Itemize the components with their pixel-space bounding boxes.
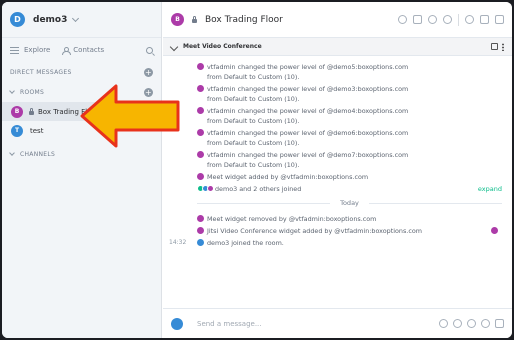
members-icon[interactable]	[465, 15, 474, 24]
user-avatar[interactable]	[197, 173, 204, 180]
widget-title: Meet Video Conference	[183, 43, 262, 50]
avatar-stack	[197, 185, 214, 192]
more-options-icon[interactable]	[502, 42, 504, 51]
user-avatar[interactable]	[197, 239, 204, 246]
user-avatar[interactable]	[171, 317, 183, 330]
user-avatar[interactable]	[197, 129, 204, 136]
room-avatar[interactable]: B	[171, 13, 184, 26]
sticker-icon[interactable]	[467, 319, 476, 328]
room-name: Box Trading Floor	[38, 107, 99, 116]
timeline-event: Meet widget removed by @vtfadmin:boxopti…	[197, 214, 512, 224]
explore-row: Explore Contacts	[2, 38, 161, 62]
user-avatar[interactable]	[197, 151, 204, 158]
composer-tools	[439, 319, 504, 328]
emoji-icon[interactable]	[453, 319, 462, 328]
lock-icon	[29, 107, 34, 115]
lock-icon	[192, 15, 197, 23]
section-direct-messages[interactable]: DIRECT MESSAGES +	[2, 62, 161, 82]
contacts-button[interactable]: Contacts	[62, 46, 105, 55]
section-label: CHANNELS	[20, 150, 56, 158]
expand-link[interactable]: expand	[478, 184, 502, 194]
room-header: B Box Trading Floor	[163, 2, 512, 38]
video-call-icon[interactable]	[495, 319, 504, 328]
widget-bar: Meet Video Conference	[163, 38, 512, 56]
pin-icon	[169, 42, 179, 51]
chevron-down-icon	[9, 88, 15, 94]
date-label: Today	[340, 199, 359, 207]
notifications-icon[interactable]	[495, 15, 504, 24]
timeline-event: 14:32 demo3 joined the room.	[169, 239, 284, 247]
timeline-event: Jitsi Video Conference widget added by @…	[197, 226, 512, 236]
room-list-sidebar: D demo3 Explore Contacts DIRECT MESSAGES…	[2, 2, 162, 338]
room-avatar: B	[11, 105, 23, 118]
header-tools	[398, 13, 504, 26]
files-icon[interactable]	[480, 15, 489, 24]
read-receipt-avatar[interactable]	[491, 227, 498, 234]
widget-tools	[491, 42, 504, 51]
app-window: D demo3 Explore Contacts DIRECT MESSAGES…	[2, 2, 512, 338]
apps-icon[interactable]	[413, 15, 422, 24]
room-title[interactable]: Box Trading Floor	[205, 15, 283, 25]
add-dm-button[interactable]: +	[144, 67, 153, 77]
room-name: test	[30, 126, 44, 135]
add-room-button[interactable]: +	[144, 87, 153, 97]
timeline-event: vtfadmin changed the power level of @dem…	[197, 150, 512, 170]
search-icon[interactable]	[443, 15, 452, 24]
message-input[interactable]	[197, 319, 397, 328]
space-avatar: D	[10, 12, 25, 27]
section-label: ROOMS	[20, 88, 45, 96]
timestamp: 14:32	[169, 239, 187, 246]
timeline-event: vtfadmin changed the power level of @dem…	[197, 106, 512, 126]
user-avatar[interactable]	[197, 63, 204, 70]
share-icon[interactable]	[398, 15, 407, 24]
membership-summary: demo3 and 2 others joined expand	[197, 184, 512, 194]
timeline-event: Meet widget added by @vtfadmin:boxoption…	[197, 172, 512, 182]
room-item-box-trading-floor[interactable]: B Box Trading Floor	[2, 102, 161, 121]
settings-icon[interactable]	[428, 15, 437, 24]
timeline[interactable]: vtfadmin changed the power level of @dem…	[163, 56, 512, 308]
user-avatar[interactable]	[197, 215, 204, 222]
attachment-icon[interactable]	[439, 319, 448, 328]
timeline-event: vtfadmin changed the power level of @dem…	[197, 128, 512, 148]
user-avatar[interactable]	[197, 107, 204, 114]
contacts-label: Contacts	[73, 46, 105, 54]
space-header[interactable]: D demo3	[2, 2, 161, 38]
explore-button[interactable]: Explore	[24, 46, 50, 54]
chevron-down-icon	[9, 150, 15, 156]
person-icon	[62, 46, 72, 55]
space-name: demo3	[33, 14, 68, 25]
room-view: B Box Trading Floor Meet Video Conferenc…	[163, 2, 512, 338]
section-rooms[interactable]: ROOMS +	[2, 82, 161, 102]
user-avatar[interactable]	[197, 227, 204, 234]
section-label: DIRECT MESSAGES	[10, 68, 72, 76]
message-composer	[163, 308, 512, 338]
date-divider: Today	[197, 196, 502, 210]
popout-icon[interactable]	[491, 43, 498, 50]
toolbar-divider	[458, 13, 459, 26]
hamburger-icon	[10, 46, 19, 54]
room-item-test[interactable]: T test	[2, 121, 161, 140]
section-channels[interactable]: CHANNELS	[2, 144, 161, 164]
room-avatar: T	[11, 124, 23, 137]
timeline-event: vtfadmin changed the power level of @dem…	[197, 84, 512, 104]
user-avatar[interactable]	[197, 85, 204, 92]
search-icon[interactable]	[146, 46, 153, 54]
timeline-event: vtfadmin changed the power level of @dem…	[197, 62, 512, 82]
chevron-down-icon	[72, 14, 80, 22]
voice-call-icon[interactable]	[481, 319, 490, 328]
